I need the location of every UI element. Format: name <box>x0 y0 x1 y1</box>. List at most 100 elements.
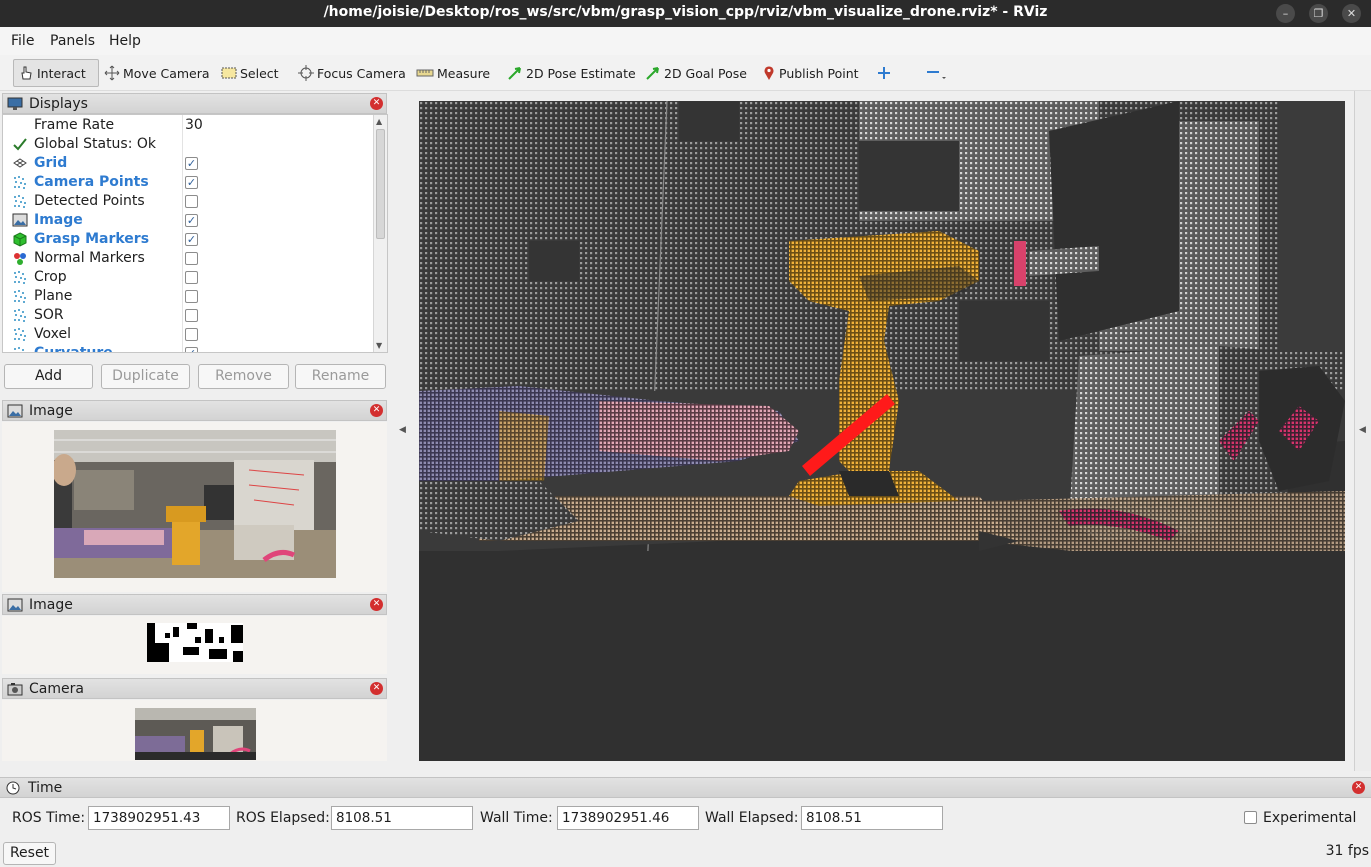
display-enabled-checkbox[interactable]: ✓ <box>185 157 198 170</box>
close-panel-icon[interactable]: ✕ <box>370 682 383 695</box>
point-cloud-render <box>419 101 1345 761</box>
wall-time-label: Wall Time: <box>480 810 553 826</box>
focus-camera-tool-button[interactable]: Focus Camera <box>294 59 410 87</box>
window-titlebar: /home/joisie/Desktop/ros_ws/src/vbm/gras… <box>0 0 1371 27</box>
close-panel-icon[interactable]: ✕ <box>370 598 383 611</box>
green-arrow-icon <box>508 67 521 80</box>
tree-row-label: Grasp Markers <box>34 231 150 247</box>
pointcloud-icon <box>14 290 26 303</box>
tree-row-label: Curvature <box>34 345 113 353</box>
tree-row-label: Voxel <box>34 326 71 342</box>
toolbar: Interact Move Camera Select Focus Camera… <box>0 55 1371 91</box>
ros-elapsed-field[interactable]: 8108.51 <box>331 806 473 830</box>
tree-row-global-status[interactable]: Global Status: Ok <box>3 135 375 154</box>
pointcloud-icon <box>14 271 26 284</box>
maximize-icon[interactable]: ❐ <box>1309 4 1328 23</box>
menu-panels[interactable]: Panels <box>50 33 95 49</box>
monitor-icon <box>7 97 23 110</box>
tree-row-camera-points[interactable]: Camera Points ✓ <box>3 173 375 192</box>
wall-elapsed-field[interactable]: 8108.51 <box>801 806 943 830</box>
marker-cube-icon <box>13 232 27 247</box>
remove-tool-button[interactable] <box>921 59 954 87</box>
publish-point-tool-button[interactable]: Publish Point <box>758 59 863 87</box>
display-enabled-checkbox[interactable]: ✓ <box>185 176 198 189</box>
tree-row-label: Normal Markers <box>34 250 145 266</box>
menu-file[interactable]: File <box>11 33 34 49</box>
tree-row-sor[interactable]: SOR <box>3 306 375 325</box>
reset-button[interactable]: Reset <box>3 842 56 865</box>
move-camera-tool-button[interactable]: Move Camera <box>100 59 214 87</box>
display-enabled-checkbox[interactable] <box>185 252 198 265</box>
rename-display-button[interactable]: Rename <box>295 364 386 389</box>
tree-row-plane[interactable]: Plane <box>3 287 375 306</box>
display-enabled-checkbox[interactable] <box>185 309 198 322</box>
tree-row-label: Global Status: Ok <box>34 136 157 152</box>
ros-time-label: ROS Time: <box>12 810 86 826</box>
focus-target-icon <box>298 65 314 81</box>
tree-row-grid[interactable]: Grid ✓ <box>3 154 375 173</box>
close-panel-icon[interactable]: ✕ <box>370 97 383 110</box>
close-panel-icon[interactable]: ✕ <box>1352 781 1365 794</box>
display-enabled-checkbox[interactable] <box>185 290 198 303</box>
tree-row-grasp-markers[interactable]: Grasp Markers ✓ <box>3 230 375 249</box>
goal-pose-tool-button[interactable]: 2D Goal Pose <box>641 59 751 87</box>
tree-row-crop[interactable]: Crop <box>3 268 375 287</box>
tree-row-frame-rate[interactable]: Frame Rate 30 <box>3 116 375 135</box>
time-panel-header: Time ✕ <box>0 777 1371 798</box>
move-arrows-icon <box>104 65 120 81</box>
clock-icon <box>6 781 20 795</box>
pointcloud-icon <box>14 195 26 208</box>
duplicate-display-button[interactable]: Duplicate <box>101 364 190 389</box>
minus-icon <box>927 71 946 79</box>
scrollbar-thumb[interactable] <box>376 129 385 239</box>
tree-row-detected-points[interactable]: Detected Points <box>3 192 375 211</box>
tree-row-normal-markers[interactable]: Normal Markers <box>3 249 375 268</box>
close-panel-icon[interactable]: ✕ <box>370 404 383 417</box>
close-window-icon[interactable]: ✕ <box>1342 4 1361 23</box>
display-enabled-checkbox[interactable]: ✓ <box>185 347 198 352</box>
scroll-up-icon[interactable]: ▲ <box>376 117 382 126</box>
wall-time-field[interactable]: 1738902951.46 <box>557 806 699 830</box>
image-panel-title: Image <box>29 402 73 419</box>
goal-pose-label: 2D Goal Pose <box>664 65 747 81</box>
select-label: Select <box>240 65 279 81</box>
ruler-icon <box>416 69 434 77</box>
move-camera-label: Move Camera <box>123 65 210 81</box>
scroll-down-icon[interactable]: ▼ <box>376 341 382 350</box>
minimize-icon[interactable]: – <box>1276 4 1295 23</box>
green-arrow-icon <box>646 67 659 80</box>
tree-scrollbar[interactable]: ▲ ▼ <box>373 115 387 352</box>
camera-image-view <box>54 430 336 578</box>
pointcloud-icon <box>14 347 24 351</box>
collapse-left-arrow-icon[interactable]: ◀ <box>399 425 406 435</box>
display-enabled-checkbox[interactable]: ✓ <box>185 233 198 246</box>
display-enabled-checkbox[interactable] <box>185 271 198 284</box>
image-icon <box>12 213 28 227</box>
display-enabled-checkbox[interactable] <box>185 195 198 208</box>
ros-time-field[interactable]: 1738902951.43 <box>88 806 230 830</box>
pose-estimate-tool-button[interactable]: 2D Pose Estimate <box>503 59 640 87</box>
tree-row-curvature[interactable]: Curvature ✓ <box>3 344 375 353</box>
expand-arrow-icon[interactable]: ◀ <box>1359 425 1366 435</box>
remove-display-button[interactable]: Remove <box>198 364 289 389</box>
add-display-button[interactable]: Add <box>4 364 93 389</box>
add-tool-button[interactable] <box>873 59 898 87</box>
3d-viewport[interactable] <box>419 101 1345 761</box>
image-panel-header: Image ✕ <box>2 400 387 421</box>
displays-tree: Frame Rate 30 Global Status: Ok Grid ✓ C… <box>2 114 388 353</box>
frame-rate-value[interactable]: 30 <box>185 117 203 133</box>
menu-help[interactable]: Help <box>109 33 141 49</box>
experimental-checkbox[interactable] <box>1244 811 1257 824</box>
tree-row-image[interactable]: Image ✓ <box>3 211 375 230</box>
tree-row-label: Grid <box>34 155 68 171</box>
tree-row-voxel[interactable]: Voxel <box>3 325 375 344</box>
display-enabled-checkbox[interactable] <box>185 328 198 341</box>
displays-title: Displays <box>29 95 88 112</box>
select-tool-button[interactable]: Select <box>217 59 283 87</box>
interact-tool-button[interactable]: Interact <box>13 59 99 87</box>
views-panel-collapsed[interactable]: ◀ <box>1354 91 1371 771</box>
display-enabled-checkbox[interactable]: ✓ <box>185 214 198 227</box>
focus-camera-label: Focus Camera <box>317 65 406 81</box>
hand-cursor-icon <box>21 66 32 80</box>
measure-tool-button[interactable]: Measure <box>412 59 494 87</box>
